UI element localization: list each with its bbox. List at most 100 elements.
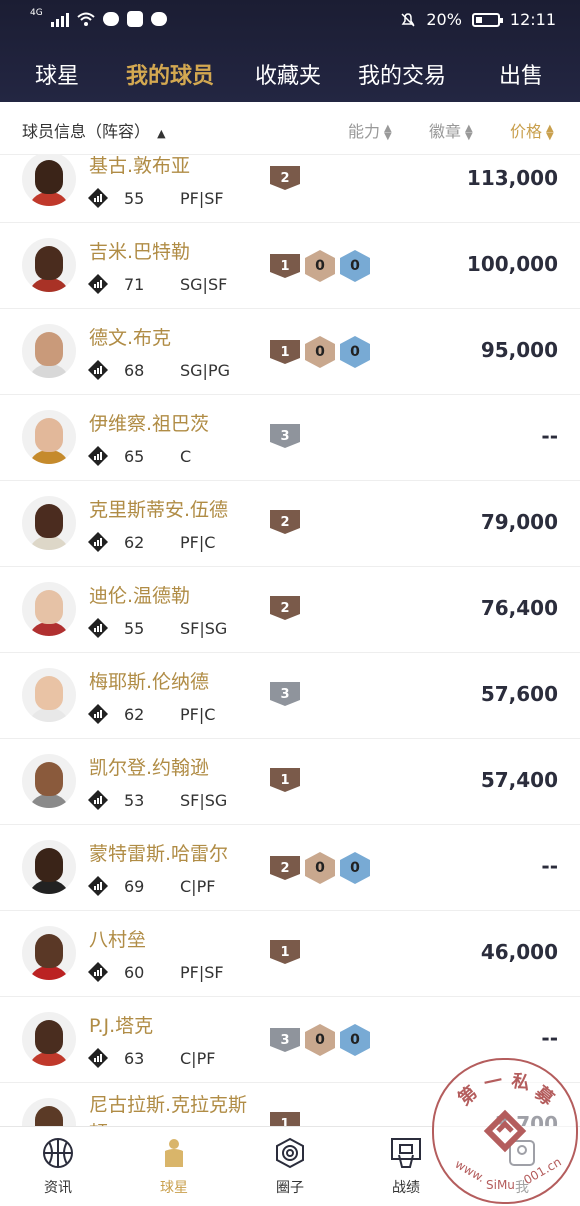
sort-price[interactable]: 价格 ▲ ▼ xyxy=(510,118,554,142)
circle-hex-icon xyxy=(276,1137,304,1169)
player-avatar xyxy=(22,496,76,550)
filter-bar: 球员信息（阵容） ▲ 能力 ▲ ▼ 徽章 ▲ ▼ 价格 ▲ ▼ xyxy=(0,102,580,155)
lineup-filter-dropdown[interactable]: 球员信息（阵容） ▲ xyxy=(22,118,166,142)
player-name-line2: 顿 xyxy=(89,1118,108,1126)
player-price: 113,000 xyxy=(466,166,558,190)
tab-my-trades[interactable]: 我的交易 xyxy=(358,58,446,90)
player-name: 吉米.巴特勒 xyxy=(89,241,191,263)
signal-icon xyxy=(50,11,69,27)
sort-arrows-icon: ▲ ▼ xyxy=(546,122,554,142)
player-avatar xyxy=(22,668,76,722)
player-row[interactable]: 八村垒 60 PF|SF 1 46,000 xyxy=(0,910,580,997)
ability-rating-icon xyxy=(88,876,108,896)
player-price: 76,400 xyxy=(480,596,558,620)
tab-my-players[interactable]: 我的球员 xyxy=(126,58,214,90)
player-price: 57,600 xyxy=(480,682,558,706)
player-position: PF|C xyxy=(180,533,216,552)
player-name: 凯尔登.约翰逊 xyxy=(89,757,210,779)
player-row[interactable]: 蒙特雷斯.哈雷尔 69 C|PF 2 0 0 -- xyxy=(0,824,580,911)
player-row[interactable]: 梅耶斯.伦纳德 62 PF|C 3 57,600 xyxy=(0,652,580,739)
player-avatar xyxy=(22,324,76,378)
contract-level-badge: 2 xyxy=(270,510,300,534)
sort-ability-label: 能力 xyxy=(348,122,381,141)
player-row[interactable]: 德文.布克 68 SG|PG 1 0 0 95,000 xyxy=(0,308,580,395)
badge-group: 3 xyxy=(270,424,300,448)
ability-rating-icon xyxy=(88,618,108,638)
player-price: 100,000 xyxy=(466,252,558,276)
tab-favorites[interactable]: 收藏夹 xyxy=(255,58,321,90)
badge-group: 2 xyxy=(270,596,300,620)
bronze-badge-count: 0 xyxy=(305,852,335,884)
bronze-badge-count: 0 xyxy=(305,250,335,282)
contract-level-badge: 1 xyxy=(270,254,300,278)
sort-ability[interactable]: 能力 ▲ ▼ xyxy=(348,118,392,142)
nav-news[interactable]: 资讯 xyxy=(0,1127,116,1206)
player-name: 伊维察.祖巴茨 xyxy=(89,413,210,435)
ability-rating-icon xyxy=(88,360,108,380)
player-row[interactable]: 基古.敦布亚 55 PF|SF 2 113,000 xyxy=(0,154,580,223)
basketball-icon xyxy=(43,1138,73,1168)
ability-rating-icon xyxy=(88,1048,108,1068)
player-name: 蒙特雷斯.哈雷尔 xyxy=(89,843,229,865)
contract-level-badge: 3 xyxy=(270,682,300,706)
player-position: PF|SF xyxy=(180,189,224,208)
nav-record-label: 战绩 xyxy=(392,1180,420,1196)
player-ability: 60 xyxy=(124,963,145,982)
player-row[interactable]: 克里斯蒂安.伍德 62 PF|C 2 79,000 xyxy=(0,480,580,567)
player-name: 克里斯蒂安.伍德 xyxy=(89,499,229,521)
battery-icon xyxy=(471,12,503,27)
player-avatar xyxy=(22,1012,76,1066)
player-ability: 63 xyxy=(124,1049,145,1068)
tab-sell[interactable]: 出售 xyxy=(499,58,543,90)
player-ability: 55 xyxy=(124,619,145,638)
player-avatar xyxy=(22,1098,76,1126)
player-price: -- xyxy=(541,854,558,878)
player-avatar xyxy=(22,238,76,292)
player-row[interactable]: 伊维察.祖巴茨 65 C 3 -- xyxy=(0,394,580,481)
badge-group: 100 xyxy=(270,336,370,368)
player-ability: 62 xyxy=(124,533,145,552)
player-row[interactable]: 吉米.巴特勒 71 SG|SF 1 0 0 100,000 xyxy=(0,222,580,309)
wechat-icon xyxy=(102,12,119,26)
player-position: SF|SG xyxy=(180,619,228,638)
top-tab-bar: 球星 我的球员 收藏夹 我的交易 出售 xyxy=(0,52,580,98)
ability-rating-icon xyxy=(88,446,108,466)
player-jersey-icon xyxy=(165,1139,183,1167)
sort-arrows-icon: ▲ ▼ xyxy=(465,122,473,142)
badge-group: 2 xyxy=(270,510,300,534)
player-list: 基古.敦布亚 55 PF|SF 2 113,000 吉米.巴特勒 71 SG|SF 1 0 0 100… xyxy=(0,154,580,1126)
clock: 12:11 xyxy=(509,10,556,29)
badge-group: 1 xyxy=(270,768,300,792)
sort-badge[interactable]: 徽章 ▲ ▼ xyxy=(429,118,473,142)
player-avatar xyxy=(22,410,76,464)
player-ability: 71 xyxy=(124,275,145,294)
player-position: PF|SF xyxy=(180,963,224,982)
player-row[interactable]: 凯尔登.约翰逊 53 SF|SG 1 57,400 xyxy=(0,738,580,825)
badge-group: 2 xyxy=(270,166,300,190)
nav-stars[interactable]: 球星 xyxy=(116,1127,232,1206)
contract-level-badge: 2 xyxy=(270,596,300,620)
battery-percent: 20% xyxy=(426,10,462,29)
wifi-icon xyxy=(77,12,95,26)
blue-badge-count: 0 xyxy=(340,1024,370,1056)
ability-rating-icon xyxy=(88,790,108,810)
player-row[interactable]: 迪伦.温德勒 55 SF|SG 2 76,400 xyxy=(0,566,580,653)
player-ability: 68 xyxy=(124,361,145,380)
badge-group: 3 xyxy=(270,682,300,706)
tab-stars[interactable]: 球星 xyxy=(35,58,79,90)
nav-stars-label: 球星 xyxy=(160,1180,188,1196)
player-price: -- xyxy=(541,424,558,448)
app-header: 4G 20% 12:11 球星 我的球员 收藏夹 我的交易 出售 xyxy=(0,0,580,102)
app-notification-icon xyxy=(126,11,143,27)
player-avatar xyxy=(22,754,76,808)
player-name: 尼古拉斯.克拉克斯 xyxy=(89,1094,248,1116)
contract-level-badge: 2 xyxy=(270,856,300,880)
player-position: C|PF xyxy=(180,877,216,896)
ability-rating-icon xyxy=(88,274,108,294)
player-ability: 55 xyxy=(124,189,145,208)
player-avatar xyxy=(22,154,76,206)
contract-level-badge: 1 xyxy=(270,1112,300,1126)
sort-price-label: 价格 xyxy=(510,122,543,141)
nav-circle[interactable]: 圈子 xyxy=(232,1127,348,1206)
player-name: P.J.塔克 xyxy=(89,1015,154,1037)
